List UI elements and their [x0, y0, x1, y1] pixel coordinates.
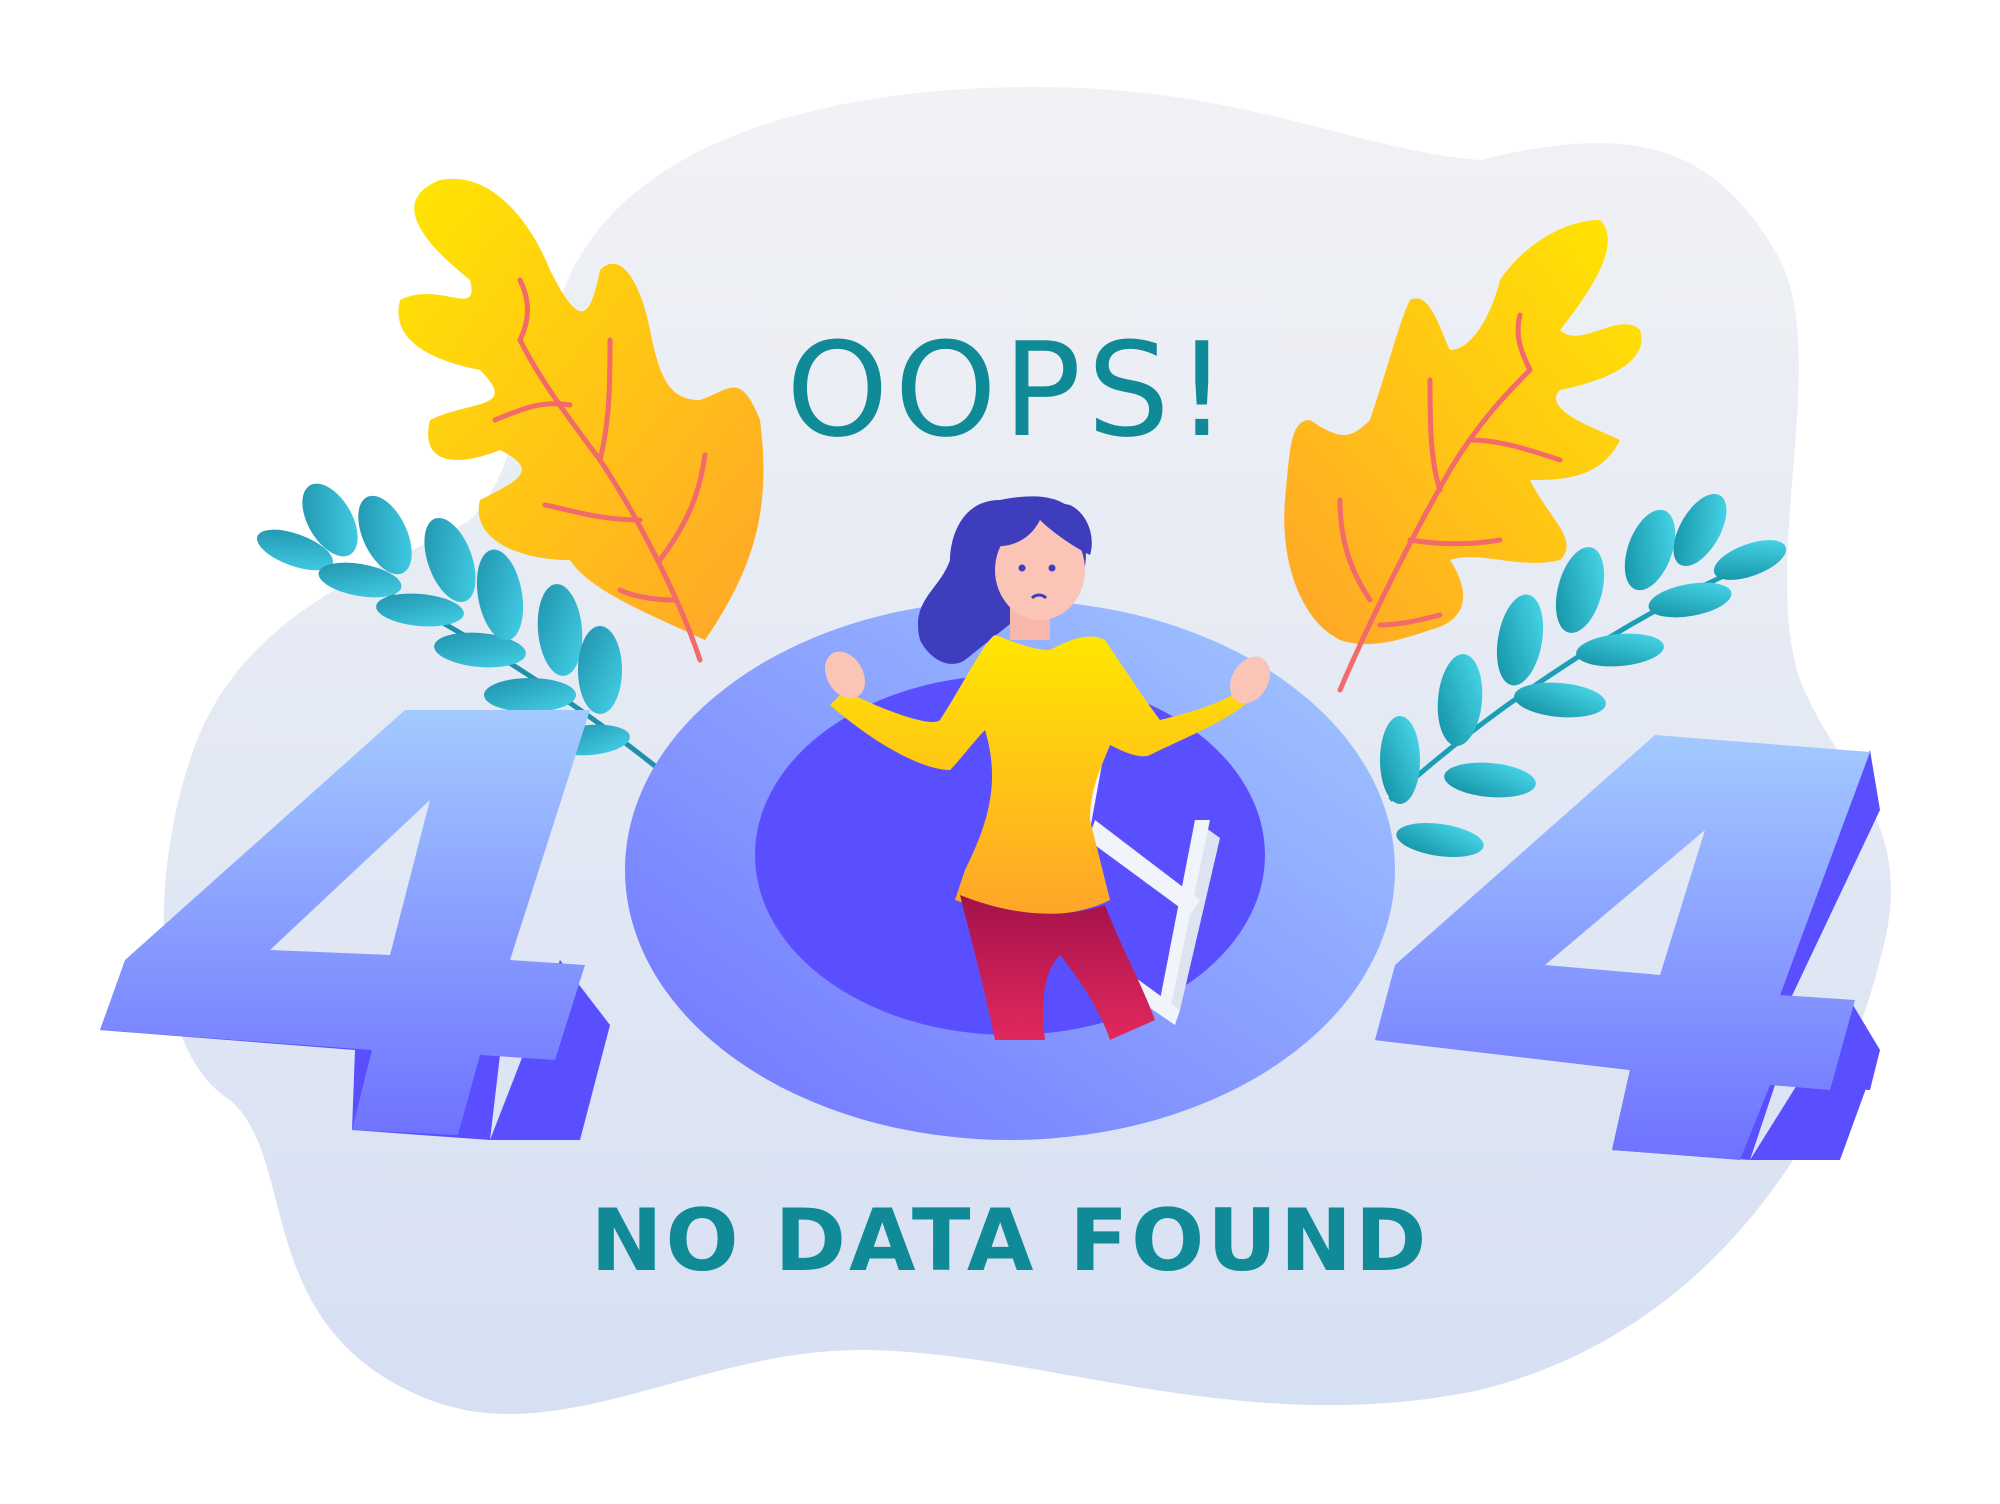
oops-heading: OOPS!: [786, 314, 1234, 466]
error-404-illustration: OOPS! NO DATA FOUND: [100, 87, 1891, 1414]
no-data-message: NO DATA FOUND: [591, 1191, 1430, 1291]
